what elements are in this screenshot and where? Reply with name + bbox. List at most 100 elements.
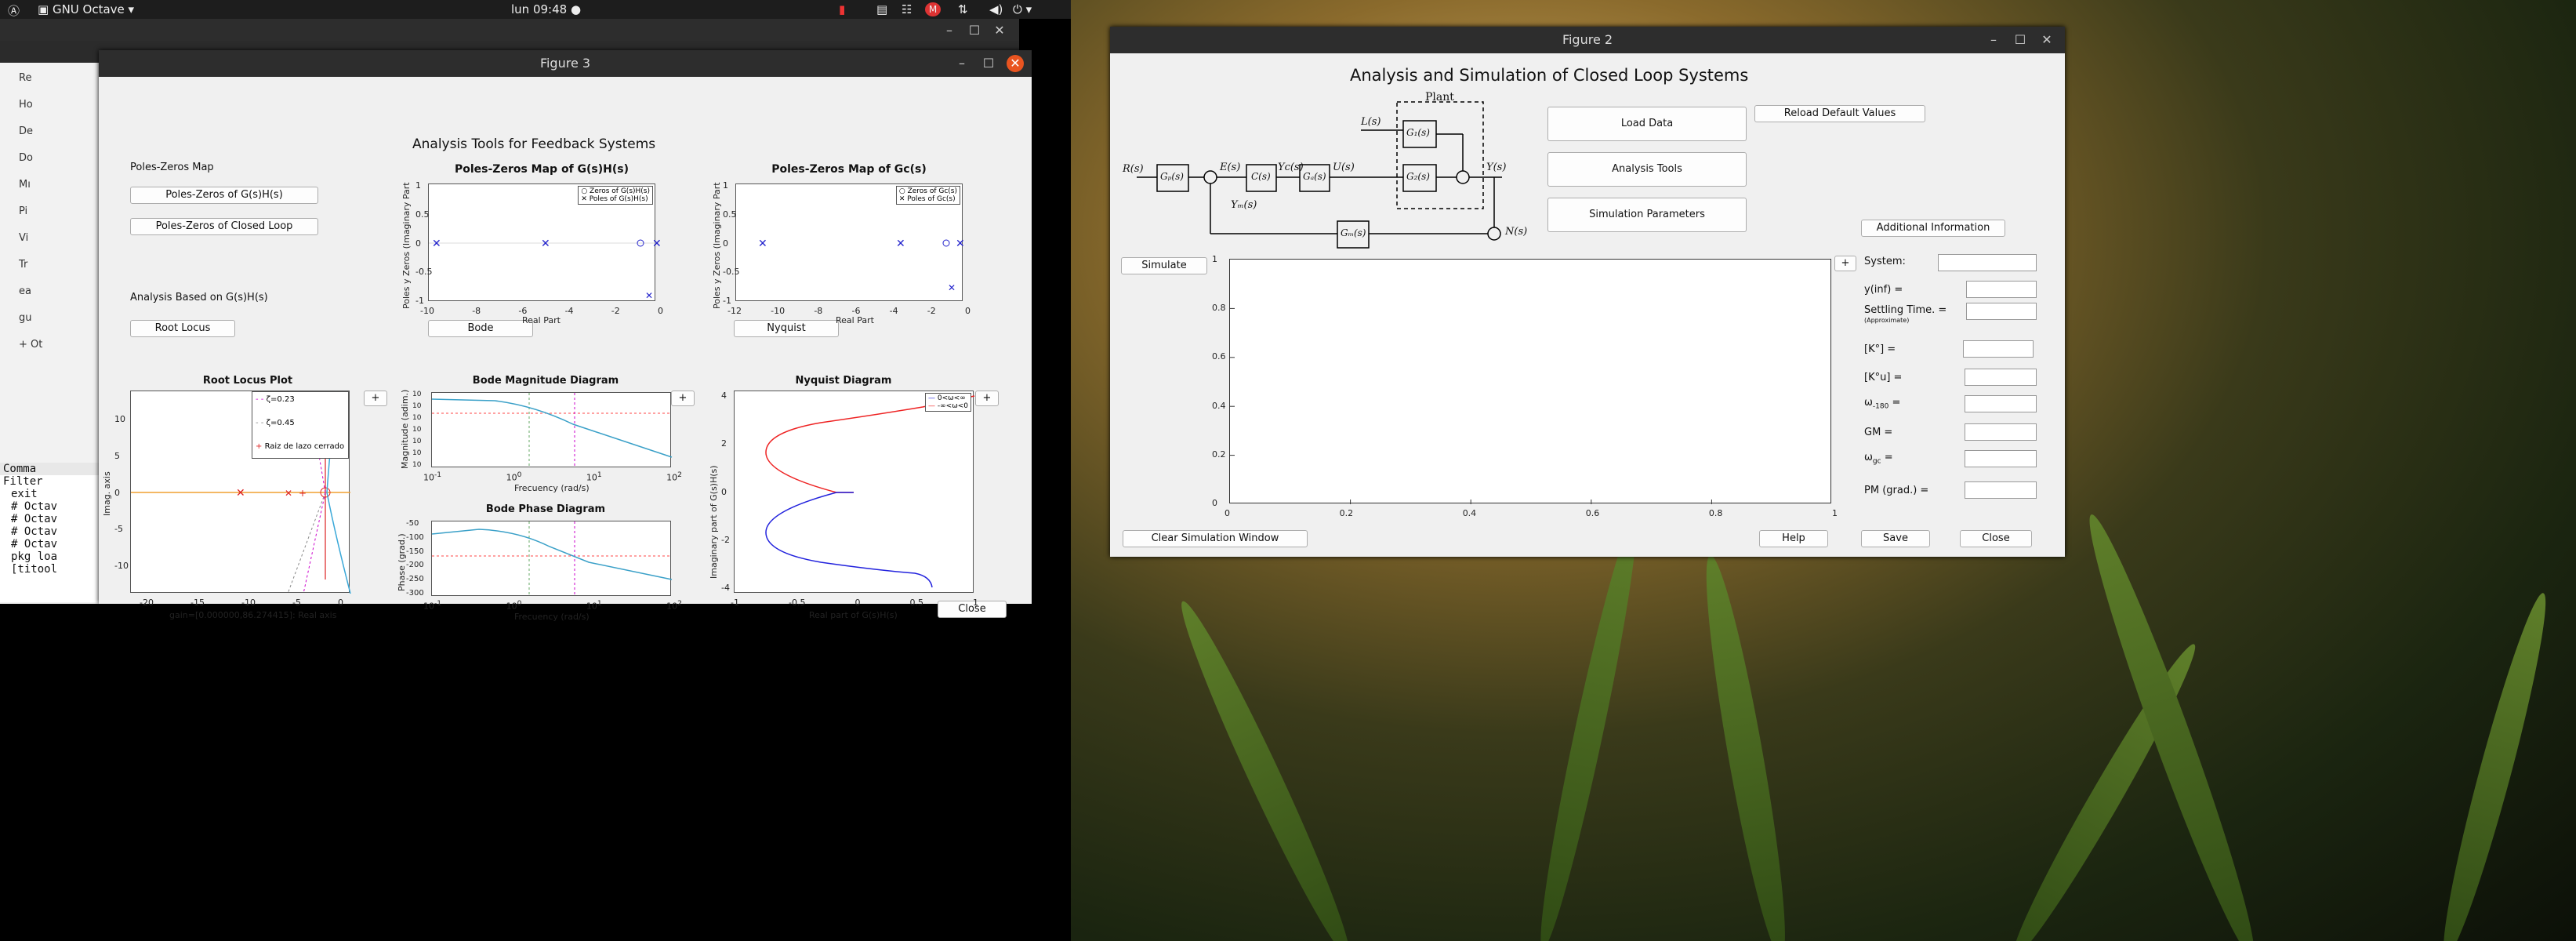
bode-mag-plot[interactable] [431,392,673,468]
history-line[interactable]: exit [0,488,102,500]
sidebar-item[interactable]: Do [0,143,102,169]
sidebar-item[interactable]: ea [0,276,102,303]
history-line[interactable]: # Octav [0,500,102,513]
bode-phase-yticks: -50 -100 -150 -200 -250 -300 [406,519,424,598]
k-field[interactable] [1963,340,2034,358]
g2-block[interactable]: G₂(s) [1406,171,1430,182]
expand-plot-button[interactable]: + [364,391,387,406]
reload-defaults-button[interactable]: Reload Default Values [1754,105,1925,122]
figure2-titlebar: Figure 2 [1110,27,2065,53]
yinf-field[interactable] [1966,281,2037,298]
pole-marker: ✕ [758,238,767,250]
settling-label: Settling Time. = [1864,304,1947,316]
maximize-icon[interactable]: ☐ [966,22,983,39]
g1-block[interactable]: G₁(s) [1406,127,1430,138]
sidebar-item[interactable]: Tr [0,249,102,276]
additional-information-button[interactable]: Additional Information [1861,220,2005,237]
pz-gc-title: Poles-Zeros Map of Gc(s) [771,163,927,176]
sidebar-item[interactable]: De [0,116,102,143]
pm-field[interactable] [1965,481,2037,499]
power-icon[interactable]: ⏻ ▾ [1013,2,1032,16]
yc-label: Yc(s) [1278,162,1304,173]
load-data-button[interactable]: Load Data [1547,107,1747,141]
clipboard-icon[interactable]: ☷ [902,2,912,16]
activities-icon[interactable]: Ⓐ [8,2,20,19]
network-status-icon[interactable]: ⇅ [958,2,968,16]
figure3-window: Figure 3 – ☐ ✕ Analysis Tools for Feedba… [99,50,1032,622]
save-button[interactable]: Save [1861,530,1930,547]
figure3-content: Analysis Tools for Feedback Systems Pole… [99,77,1032,622]
help-button[interactable]: Help [1759,530,1828,547]
wgc-field[interactable] [1965,450,2037,467]
bode-phase-plot[interactable] [431,521,673,597]
history-line[interactable]: [titool [0,563,102,576]
close-icon[interactable]: ✕ [2038,31,2055,49]
history-line[interactable]: # Octav [0,513,102,525]
pz-gh-plot[interactable]: ✕ ✕ ✕ ✕ ○ Zeros of G(s)H(s) ✕ Poles of G… [428,183,662,301]
wgc-label: ωgc = [1864,452,1893,466]
minimize-icon[interactable]: – [941,22,958,39]
simulate-button[interactable]: Simulate [1121,257,1207,274]
system-field[interactable] [1938,254,2037,271]
sidebar-item[interactable]: + Ot [0,329,102,356]
bode-mag-yticks: 10 10 10 10 10 10 10 [412,391,422,469]
bode-phase-title: Bode Phase Diagram [485,503,606,515]
ku-field[interactable] [1965,369,2037,386]
simulation-graph [1230,307,1712,504]
sidebar-item[interactable]: gu [0,303,102,329]
ga-block[interactable]: Gₐ(s) [1303,171,1326,182]
minimize-icon[interactable]: – [953,55,971,72]
mail-icon[interactable]: M [925,2,941,16]
history-line[interactable]: pkg loa [0,550,102,563]
sidebar-item[interactable]: Pi [0,196,102,223]
legend-entry: ✕ Poles of Gc(s) [898,195,956,203]
analysis-tools-button[interactable]: Analysis Tools [1547,152,1747,187]
expand-plot-button[interactable]: + [671,391,695,406]
legend-entry: - - ζ=0.45 [256,419,295,427]
maximize-icon[interactable]: ☐ [980,55,997,72]
nyquist-button[interactable]: Nyquist [734,320,839,337]
bode-button[interactable]: Bode [428,320,533,337]
nyquist-plot[interactable]: — 0<ω<∞ — -∞<ω<0 [734,391,975,593]
legend-label: Poles of Gc(s) [907,195,956,203]
legend-entry: ○ Zeros of G(s)H(s) [581,187,650,195]
minimize-icon[interactable]: – [1985,31,2002,49]
sidebar-item[interactable]: Re [0,63,102,89]
w180-field[interactable] [1965,395,2037,412]
expand-plot-button[interactable]: + [975,391,999,406]
maximize-icon[interactable]: ☐ [2012,31,2029,49]
network-icon[interactable]: ▤ [876,2,887,16]
gp-block[interactable]: Gₚ(s) [1160,171,1184,182]
volume-icon[interactable]: ◀) [989,2,1003,16]
clear-simulation-button[interactable]: Clear Simulation Window [1123,530,1308,547]
sidebar-item[interactable]: Vi [0,223,102,249]
gm-field[interactable] [1965,423,2037,441]
history-line[interactable]: # Octav [0,538,102,550]
battery-icon[interactable]: ▮ [839,2,845,16]
x-axis-label: Frecuency (rad/s) [514,612,590,622]
c-block[interactable]: C(s) [1251,171,1271,182]
zero-marker [942,239,950,247]
close-button[interactable]: Close [1960,530,2032,547]
root-locus-button[interactable]: Root Locus [130,320,235,337]
settling-field[interactable] [1966,303,2037,320]
pz-gsh-button[interactable]: Poles-Zeros of G(s)H(s) [130,187,318,204]
gm-block[interactable]: Gₘ(s) [1341,227,1366,238]
pz-closed-loop-button[interactable]: Poles-Zeros of Closed Loop [130,218,318,235]
simulation-parameters-button[interactable]: Simulation Parameters [1547,198,1747,232]
simulation-plot[interactable] [1229,259,1831,504]
sidebar-item[interactable]: Ho [0,89,102,116]
app-menu[interactable]: ▣ GNU Octave ▾ [38,2,134,16]
sidebar-item[interactable]: Mı [0,169,102,196]
legend-entry: — -∞<ω<0 [928,402,968,410]
close-icon[interactable]: ✕ [1007,55,1024,72]
root-locus-title: Root Locus Plot [202,375,293,387]
clock[interactable]: lun 09:48 ● [511,2,581,16]
filter-label[interactable]: Filter [0,475,102,488]
root-locus-plot[interactable]: ✕ ✕ + - - ζ=0.23 - - ζ=0.45 + Raiz de la… [130,391,351,594]
pz-gc-plot[interactable]: ✕ ✕ ✕ ✕ ○ Zeros of Gc(s) ✕ Poles of Gc(s… [735,183,965,301]
expand-plot-button[interactable]: + [1834,256,1856,271]
history-line[interactable]: # Octav [0,525,102,538]
close-icon[interactable]: ✕ [991,22,1008,39]
bode-phase-xticks: 10-1 100 101 102 [423,599,682,612]
